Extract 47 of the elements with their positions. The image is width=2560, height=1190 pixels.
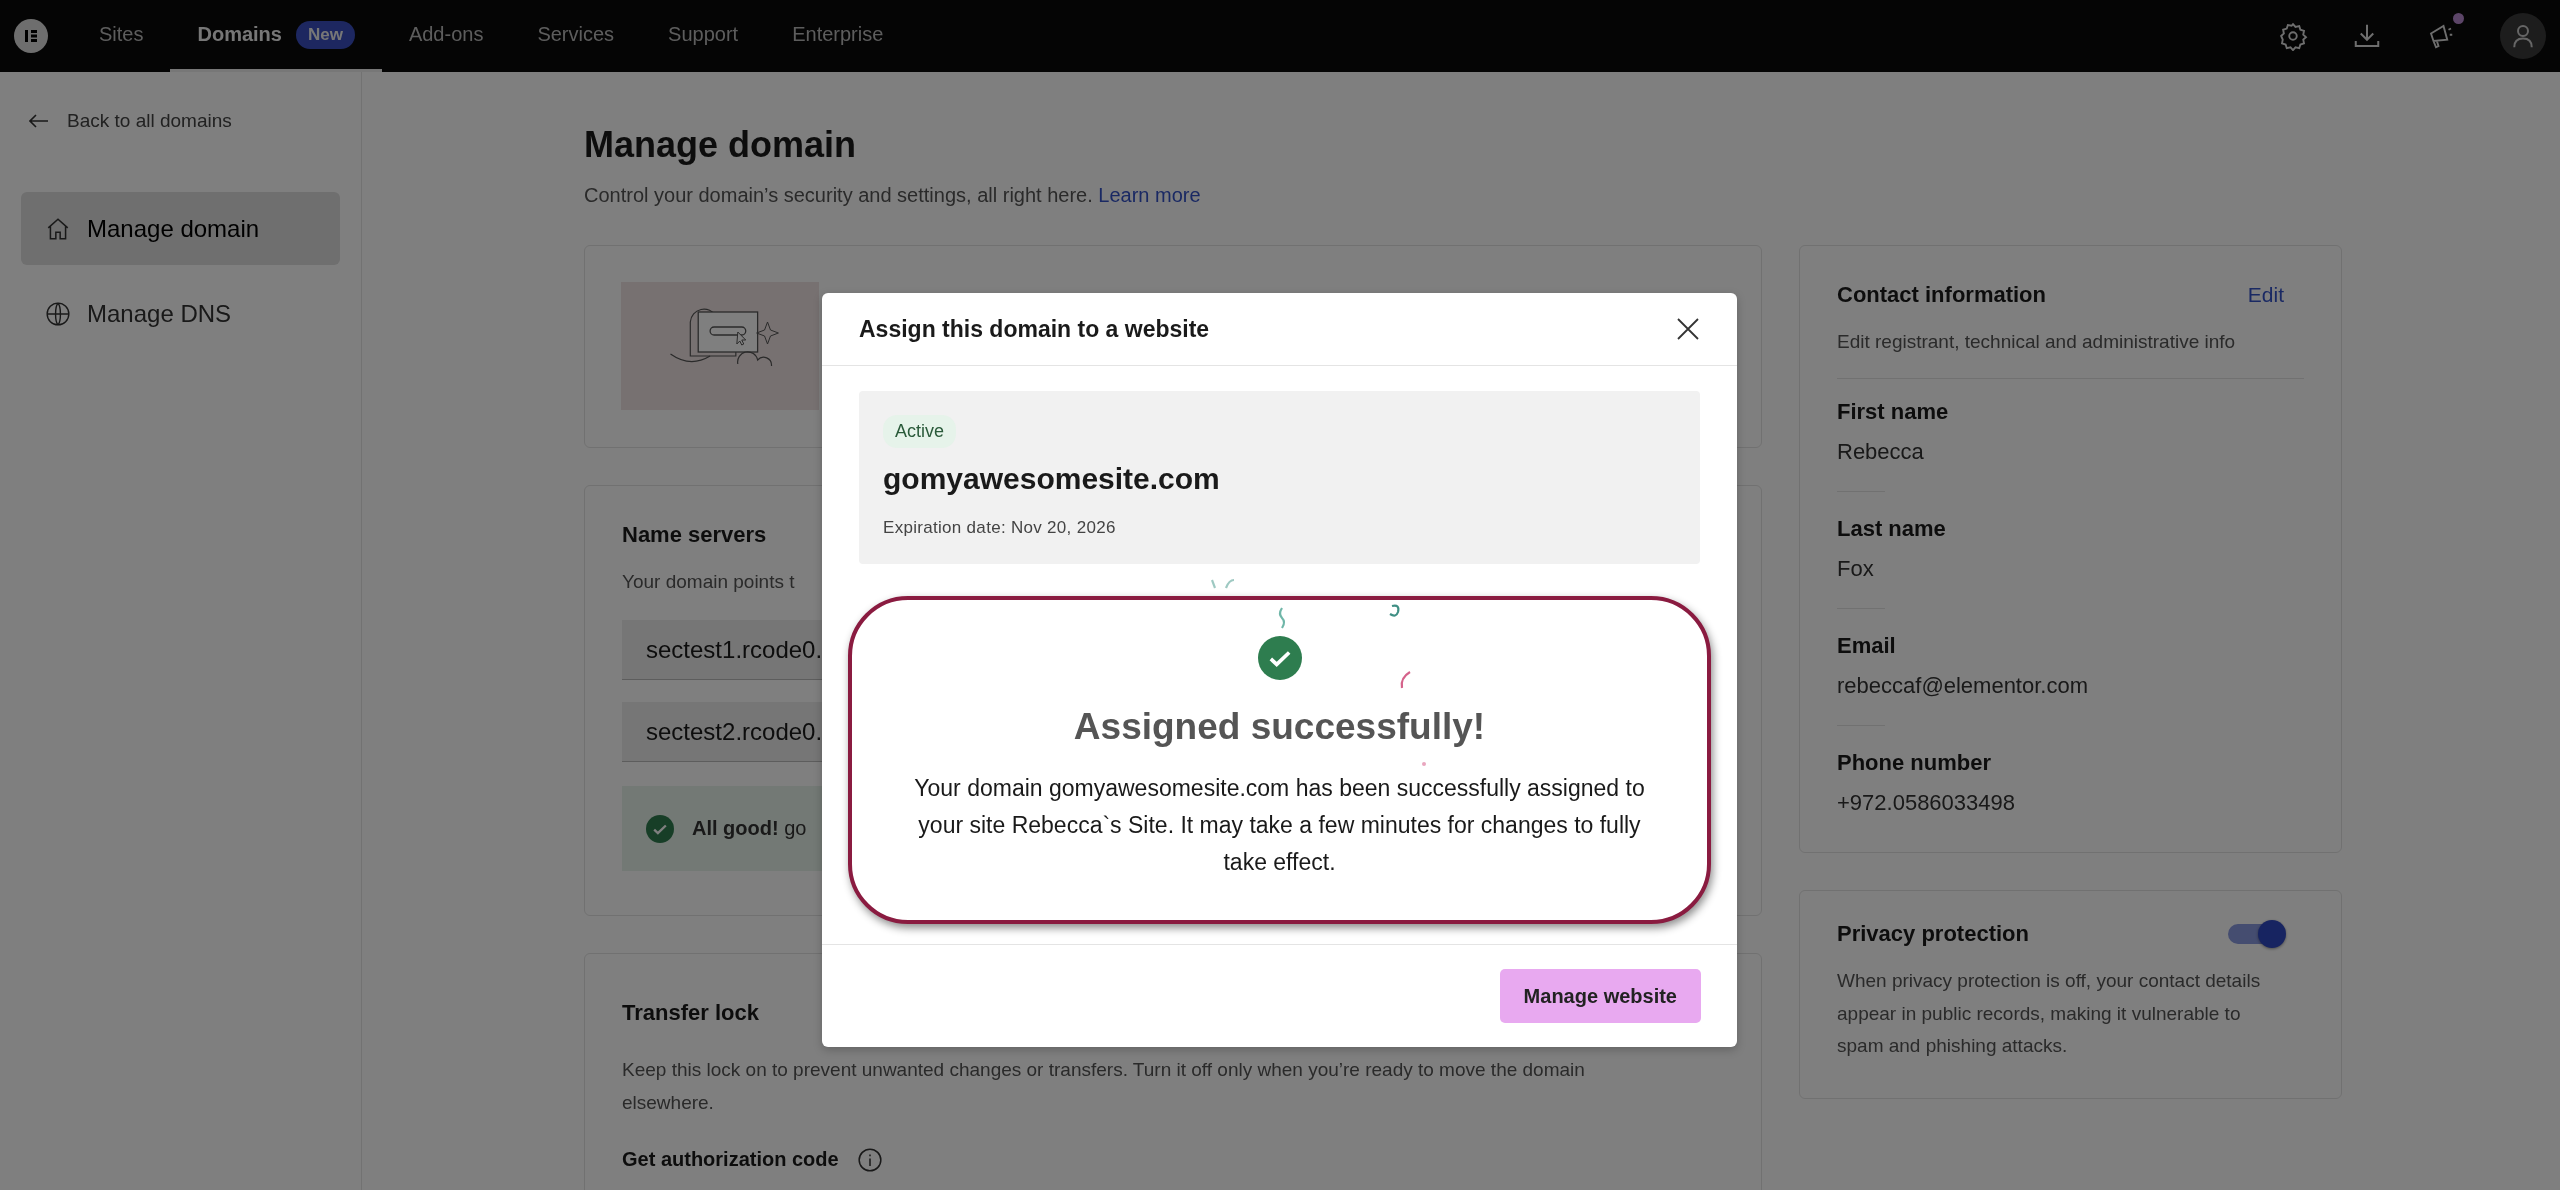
- card-description: Edit registrant, technical and administrative info: [1837, 330, 2237, 354]
- success-title: Assigned successfully!: [1073, 706, 1486, 748]
- sidebar-item[interactable]: Manage DNS: [21, 277, 340, 350]
- card-title: Name servers: [622, 522, 767, 548]
- page-title: Manage domain: [584, 124, 858, 166]
- nav-tab[interactable]: Sites: [72, 0, 171, 72]
- page-subtitle: Control your domain’s security and settings, all right here. Learn more: [584, 184, 1202, 207]
- card-description: Keep this lock on to prevent unwanted changes or transfers. Turn it off only when you’re ready to move the domain elsewhere.: [622, 1058, 1586, 1115]
- logo-icon[interactable]: [14, 19, 48, 53]
- card-title: Contact information: [1837, 282, 2046, 308]
- sidebar-item[interactable]: Manage domain: [21, 192, 340, 265]
- card-title: Transfer lock: [622, 1000, 759, 1027]
- learn-more-link[interactable]: Learn more: [1098, 184, 1201, 206]
- edit-link[interactable]: Edit: [2247, 283, 2284, 307]
- auth-code-label: Get authorization code: [622, 1148, 839, 1172]
- field-label: Last name: [1837, 516, 1947, 543]
- close-icon[interactable]: [1676, 317, 1700, 341]
- field-label: Phone number: [1837, 750, 1992, 777]
- settings-icon[interactable]: [2278, 21, 2308, 51]
- card-description: When privacy protection is off, your contact details appear in public records, making it vulnerable to spam and phishing attacks.: [1837, 969, 2262, 1058]
- alert-text: All good! go: [692, 817, 807, 841]
- back-link[interactable]: Back to all domains: [21, 110, 232, 132]
- info-icon[interactable]: [856, 1146, 883, 1173]
- success-message: Your domain gomyawesomesite.com has been successfully assigned to your site Rebecca`s Site. It may take a few minutes for changes to fully take effect.: [913, 774, 1646, 877]
- check-circle-icon: [1257, 636, 1302, 680]
- field-value: Rebecca: [1837, 439, 1925, 466]
- card-description: Your domain points t: [622, 570, 796, 594]
- back-arrow-icon: [29, 114, 49, 128]
- manage-website-button[interactable]: Manage website: [1499, 969, 1701, 1024]
- field-value: Fox: [1837, 556, 1875, 583]
- nav-tab[interactable]: Services: [510, 0, 642, 72]
- domain-name: gomyawesomesite.com: [883, 462, 1221, 496]
- check-circle-icon: [646, 814, 674, 843]
- avatar-icon[interactable]: [2500, 13, 2546, 59]
- nav-tab[interactable]: Support: [641, 0, 766, 72]
- field-value: rebeccaf@elementor.com: [1837, 673, 2089, 700]
- field-label: Email: [1837, 633, 1897, 660]
- expiration-date: Expiration date: Nov 20, 2026: [883, 518, 1117, 538]
- nav-tab[interactable]: Enterprise: [765, 0, 911, 72]
- globe-icon: [45, 300, 71, 327]
- new-badge: New: [295, 20, 355, 49]
- nav-tab[interactable]: Add-ons: [381, 0, 511, 72]
- field-value: +972.0586033498: [1837, 790, 2017, 817]
- field-label: First name: [1837, 399, 1950, 426]
- dialog-title: Assign this domain to a website: [859, 315, 1210, 343]
- status-badge: Active: [883, 415, 957, 448]
- card-title: Privacy protection: [1837, 921, 2029, 948]
